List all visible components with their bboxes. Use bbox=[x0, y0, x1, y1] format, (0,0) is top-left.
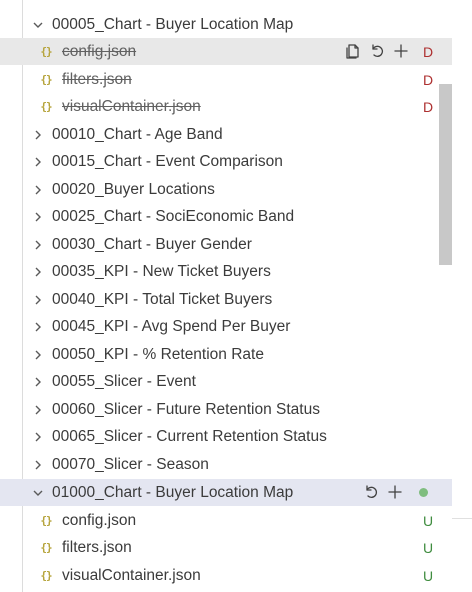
chevron-right-icon[interactable] bbox=[30, 264, 46, 280]
chevron-right-icon[interactable] bbox=[30, 237, 46, 253]
chevron-down-icon[interactable] bbox=[30, 17, 46, 33]
json-file-icon: {} bbox=[40, 541, 52, 554]
json-file-icon: {} bbox=[40, 569, 52, 582]
json-file-icon: {} bbox=[40, 45, 52, 58]
chevron-right-icon[interactable] bbox=[30, 457, 46, 473]
divider bbox=[452, 518, 472, 519]
status-badge-deleted: D bbox=[422, 71, 434, 88]
chevron-right-icon[interactable] bbox=[30, 182, 46, 198]
panel-edge bbox=[452, 0, 472, 592]
folder-row[interactable]: 00025_Chart - SociEconomic Band bbox=[0, 204, 452, 231]
folder-row[interactable]: 00060_Slicer - Future Retention Status bbox=[0, 396, 452, 423]
modified-dot-icon bbox=[419, 488, 428, 497]
status-badge-deleted: D bbox=[422, 43, 434, 60]
chevron-right-icon[interactable] bbox=[30, 127, 46, 143]
folder-label: 00050_KPI - % Retention Rate bbox=[52, 345, 264, 363]
file-label: filters.json bbox=[62, 538, 132, 556]
folder-row[interactable]: 00050_KPI - % Retention Rate bbox=[0, 341, 452, 368]
file-row-filters-untracked[interactable]: {} filters.json U bbox=[0, 534, 452, 561]
json-file-icon: {} bbox=[40, 73, 52, 86]
file-row-config-deleted[interactable]: {} config.json D bbox=[0, 38, 452, 65]
folder-row[interactable]: 00015_Chart - Event Comparison bbox=[0, 149, 452, 176]
folder-row[interactable]: 00030_Chart - Buyer Gender bbox=[0, 231, 452, 258]
file-label: visualContainer.json bbox=[62, 566, 201, 584]
chevron-right-icon[interactable] bbox=[30, 429, 46, 445]
file-label: filters.json bbox=[62, 70, 132, 88]
folder-row[interactable]: 00055_Slicer - Event bbox=[0, 369, 452, 396]
chevron-right-icon[interactable] bbox=[30, 374, 46, 390]
folder-row[interactable]: 00040_KPI - Total Ticket Buyers bbox=[0, 286, 452, 313]
folder-label: 00040_KPI - Total Ticket Buyers bbox=[52, 290, 273, 308]
folder-label: 00045_KPI - Avg Spend Per Buyer bbox=[52, 318, 291, 335]
file-label: config.json bbox=[62, 511, 137, 529]
discard-changes-icon[interactable] bbox=[368, 42, 386, 60]
file-row-config-untracked[interactable]: {} config.json U bbox=[0, 507, 452, 534]
folder-row[interactable]: 00020_Buyer Locations bbox=[0, 176, 452, 203]
folder-label: 01000_Chart - Buyer Location Map bbox=[52, 483, 294, 501]
chevron-right-icon[interactable] bbox=[30, 402, 46, 418]
folder-row[interactable]: 00010_Chart - Age Band bbox=[0, 121, 452, 148]
status-badge-untracked: U bbox=[422, 567, 434, 584]
chevron-right-icon[interactable] bbox=[30, 347, 46, 363]
status-badge-deleted: D bbox=[422, 98, 434, 115]
folder-label: 00005_Chart - Buyer Location Map bbox=[52, 15, 294, 33]
chevron-right-icon[interactable] bbox=[30, 319, 46, 335]
file-row-visualcontainer-untracked[interactable]: {} visualContainer.json U bbox=[0, 562, 452, 589]
file-label: visualContainer.json bbox=[62, 97, 201, 115]
file-row-filters-deleted[interactable]: {} filters.json D bbox=[0, 66, 452, 93]
folder-label: 00070_Slicer - Season bbox=[52, 455, 209, 473]
folder-label: 00010_Chart - Age Band bbox=[52, 125, 223, 143]
folder-label: 00060_Slicer - Future Retention Status bbox=[52, 400, 320, 418]
folder-label: 00035_KPI - New Ticket Buyers bbox=[52, 263, 271, 280]
folder-row[interactable]: 00070_Slicer - Season bbox=[0, 451, 452, 478]
folder-row-00005[interactable]: 00005_Chart - Buyer Location Map bbox=[0, 11, 452, 38]
folder-row[interactable]: 00065_Slicer - Current Retention Status bbox=[0, 424, 452, 451]
discard-changes-icon[interactable] bbox=[362, 483, 380, 501]
folder-label: 00055_Slicer - Event bbox=[52, 373, 196, 390]
file-label: config.json bbox=[62, 42, 137, 60]
json-file-icon: {} bbox=[40, 100, 52, 113]
open-file-icon[interactable] bbox=[344, 42, 362, 60]
folder-label: 00020_Buyer Locations bbox=[52, 180, 215, 198]
chevron-right-icon[interactable] bbox=[30, 292, 46, 308]
file-row-visualcontainer-deleted[interactable]: {} visualContainer.json D bbox=[0, 93, 452, 120]
status-badge-untracked: U bbox=[422, 512, 434, 529]
stage-changes-icon[interactable] bbox=[392, 42, 410, 60]
status-badge-untracked: U bbox=[422, 539, 434, 556]
chevron-down-icon[interactable] bbox=[30, 485, 46, 501]
stage-changes-icon[interactable] bbox=[386, 483, 404, 501]
row-actions bbox=[362, 483, 404, 501]
chevron-right-icon[interactable] bbox=[30, 209, 46, 225]
folder-label: 00025_Chart - SociEconomic Band bbox=[52, 208, 295, 225]
folder-label: 00065_Slicer - Current Retention Status bbox=[52, 428, 327, 445]
folder-label: 00030_Chart - Buyer Gender bbox=[52, 235, 252, 253]
json-file-icon: {} bbox=[40, 514, 52, 527]
folder-row[interactable]: 00045_KPI - Avg Spend Per Buyer bbox=[0, 314, 452, 341]
folder-row[interactable]: 00035_KPI - New Ticket Buyers bbox=[0, 259, 452, 286]
chevron-right-icon[interactable] bbox=[30, 154, 46, 170]
folder-label: 00015_Chart - Event Comparison bbox=[52, 153, 283, 170]
scrollbar-thumb[interactable] bbox=[439, 84, 452, 265]
folder-row-01000[interactable]: 01000_Chart - Buyer Location Map bbox=[0, 479, 452, 506]
row-actions bbox=[344, 42, 410, 60]
